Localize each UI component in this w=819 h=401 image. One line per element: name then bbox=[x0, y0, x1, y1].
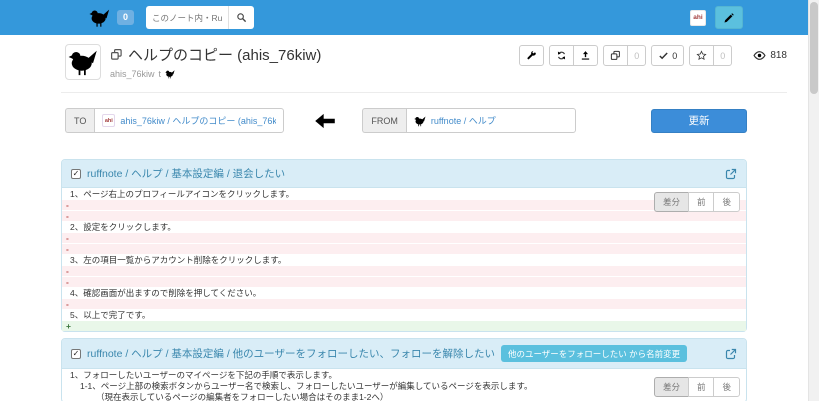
page-header: ヘルプのコピー (ahis_76kiw) ahis_76kiw t bbox=[61, 44, 787, 80]
view-counter: 818 bbox=[753, 49, 787, 62]
open-page-external-link-icon[interactable] bbox=[725, 168, 737, 180]
to-field: ahi ahis_76kiw / ヘルプのコピー (ahis_76kiw) bbox=[94, 108, 284, 133]
to-note-link[interactable]: ahis_76kiw / ヘルプのコピー (ahis_76kiw) bbox=[120, 114, 276, 127]
after-button[interactable]: 後 bbox=[713, 192, 740, 212]
fork-button[interactable] bbox=[603, 45, 628, 66]
search-input[interactable] bbox=[146, 6, 228, 29]
star-icon bbox=[696, 50, 707, 61]
before-button[interactable]: 前 bbox=[688, 377, 715, 397]
diff-line-del: - bbox=[62, 210, 746, 221]
from-label: FROM bbox=[362, 108, 406, 133]
diff-panel-1: ✓ ruffnote / ヘルプ / 基本設定編 / 退会したい 1、ページ右上… bbox=[61, 159, 747, 332]
panel-1-header: ✓ ruffnote / ヘルプ / 基本設定編 / 退会したい bbox=[62, 160, 746, 188]
owner-suffix: t bbox=[159, 69, 162, 79]
scrollbar-thumb[interactable] bbox=[810, 2, 818, 94]
diff-line-context: 1-1、ページ上部の検索ボタンからユーザー名で検索し、フォローしたいユーザーが編… bbox=[62, 380, 746, 391]
panel-2-title-link[interactable]: ruffnote / ヘルプ / 基本設定編 / 他のユーザーをフォローしたい、… bbox=[87, 346, 495, 361]
diff-lines: 1、フォローしたいユーザーのマイページを下記の手順で表示します。1-1、ページ上… bbox=[62, 369, 746, 401]
diff-line-context: 3、左の項目一覧からアカウント削除をクリックします。 bbox=[62, 254, 746, 265]
merge-direction-arrow-icon bbox=[314, 113, 336, 129]
fork-copy-icon bbox=[610, 50, 621, 61]
from-bird-icon bbox=[414, 115, 426, 127]
page-title-text: ヘルプのコピー (ahis_76kiw) bbox=[128, 44, 321, 65]
diff-line-del: - bbox=[62, 265, 746, 276]
ruffnote-logo-bird-icon[interactable] bbox=[89, 7, 110, 28]
diff-buttons: 差分前後 bbox=[654, 192, 740, 212]
note-avatar[interactable] bbox=[65, 44, 101, 80]
diff-line-del: - bbox=[62, 199, 746, 210]
diff-line-del: - bbox=[62, 276, 746, 287]
edit-new-note-button[interactable] bbox=[715, 6, 743, 29]
panel-1-title-link[interactable]: ruffnote / ヘルプ / 基本設定編 / 退会したい bbox=[87, 166, 285, 181]
panel-2-body: 1、フォローしたいユーザーのマイページを下記の手順で表示します。1-1、ページ上… bbox=[62, 369, 746, 401]
copied-note-icon bbox=[110, 48, 123, 61]
bird-avatar-icon bbox=[68, 47, 98, 77]
diff-panel-2: ✓ ruffnote / ヘルプ / 基本設定編 / 他のユーザーをフォローした… bbox=[61, 338, 747, 401]
refresh-icon bbox=[556, 50, 567, 61]
diff-line-context: 2、設定をクリックします。 bbox=[62, 221, 746, 232]
search-group bbox=[146, 6, 254, 29]
before-button[interactable]: 前 bbox=[688, 192, 715, 212]
user-avatar[interactable]: ahi bbox=[690, 10, 706, 26]
owner-name[interactable]: ahis_76kiw bbox=[110, 69, 155, 79]
view-count: 818 bbox=[770, 50, 787, 61]
panel-1-body: 1、ページ右上のプロフィールアイコンをクリックします。--2、設定をクリックしま… bbox=[62, 188, 746, 331]
to-avatar: ahi bbox=[102, 114, 115, 127]
top-navbar: 0 ahi bbox=[0, 0, 808, 35]
from-field: ruffnote / ヘルプ bbox=[406, 108, 576, 133]
check-button[interactable]: 0 bbox=[651, 45, 684, 66]
diff-line-add: + bbox=[62, 320, 746, 331]
diff-line-del: - bbox=[62, 243, 746, 254]
notification-count-badge[interactable]: 0 bbox=[117, 10, 134, 25]
diff-line-del: - bbox=[62, 232, 746, 243]
rename-badge: 他のユーザーをフォローしたい から名前変更 bbox=[501, 345, 687, 362]
check-count: 0 bbox=[672, 51, 677, 61]
diff-line-context: 1、フォローしたいユーザーのマイページを下記の手順で表示します。 bbox=[62, 369, 746, 380]
diff-line-context: 4、確認画面が出ますので削除を押してください。 bbox=[62, 287, 746, 298]
diff-line-context: （現在表示しているページの編集者をフォローしたい場合はそのまま1-2へ） bbox=[62, 391, 746, 401]
small-bird-icon bbox=[165, 69, 175, 79]
diff-line-context: 5、以上で完了です。 bbox=[62, 309, 746, 320]
star-button[interactable] bbox=[689, 45, 714, 66]
diff-lines: 1、ページ右上のプロフィールアイコンをクリックします。--2、設定をクリックしま… bbox=[62, 188, 746, 331]
star-count[interactable]: 0 bbox=[713, 45, 732, 66]
to-label: TO bbox=[65, 108, 94, 133]
diff-line-context: 1、ページ右上のプロフィールアイコンをクリックします。 bbox=[62, 188, 746, 199]
merge-bar: TO ahi ahis_76kiw / ヘルプのコピー (ahis_76kiw)… bbox=[61, 108, 747, 133]
to-group: TO ahi ahis_76kiw / ヘルプのコピー (ahis_76kiw) bbox=[65, 108, 284, 133]
header-divider bbox=[61, 92, 787, 93]
panel-1-checkbox[interactable]: ✓ bbox=[71, 169, 81, 179]
note-owner: ahis_76kiw t bbox=[110, 69, 321, 79]
diff-buttons: 差分前後 bbox=[654, 377, 740, 397]
open-page-external-link-icon[interactable] bbox=[725, 348, 737, 360]
scrollbar[interactable] bbox=[808, 0, 819, 401]
after-button[interactable]: 後 bbox=[713, 377, 740, 397]
upload-icon bbox=[580, 50, 591, 61]
check-icon bbox=[658, 50, 669, 61]
panel-2-checkbox[interactable]: ✓ bbox=[71, 349, 81, 359]
refresh-button[interactable] bbox=[549, 45, 574, 66]
from-note-link[interactable]: ruffnote / ヘルプ bbox=[431, 114, 496, 127]
page-title: ヘルプのコピー (ahis_76kiw) bbox=[110, 44, 321, 65]
diff-mode-button[interactable]: 差分 bbox=[654, 192, 689, 212]
from-group: FROM ruffnote / ヘルプ bbox=[362, 108, 576, 133]
eye-icon bbox=[753, 49, 766, 62]
search-button[interactable] bbox=[228, 6, 254, 29]
diff-mode-button[interactable]: 差分 bbox=[654, 377, 689, 397]
update-button[interactable]: 更新 bbox=[651, 109, 747, 133]
wrench-icon bbox=[526, 50, 537, 61]
diff-line-del: - bbox=[62, 298, 746, 309]
note-toolbar: 0 0 0 818 bbox=[519, 45, 787, 80]
pencil-icon bbox=[723, 12, 735, 24]
upload-button[interactable] bbox=[573, 45, 598, 66]
panel-2-header: ✓ ruffnote / ヘルプ / 基本設定編 / 他のユーザーをフォローした… bbox=[62, 339, 746, 369]
settings-button[interactable] bbox=[519, 45, 544, 66]
fork-count[interactable]: 0 bbox=[627, 45, 646, 66]
magnifier-icon bbox=[236, 12, 247, 23]
